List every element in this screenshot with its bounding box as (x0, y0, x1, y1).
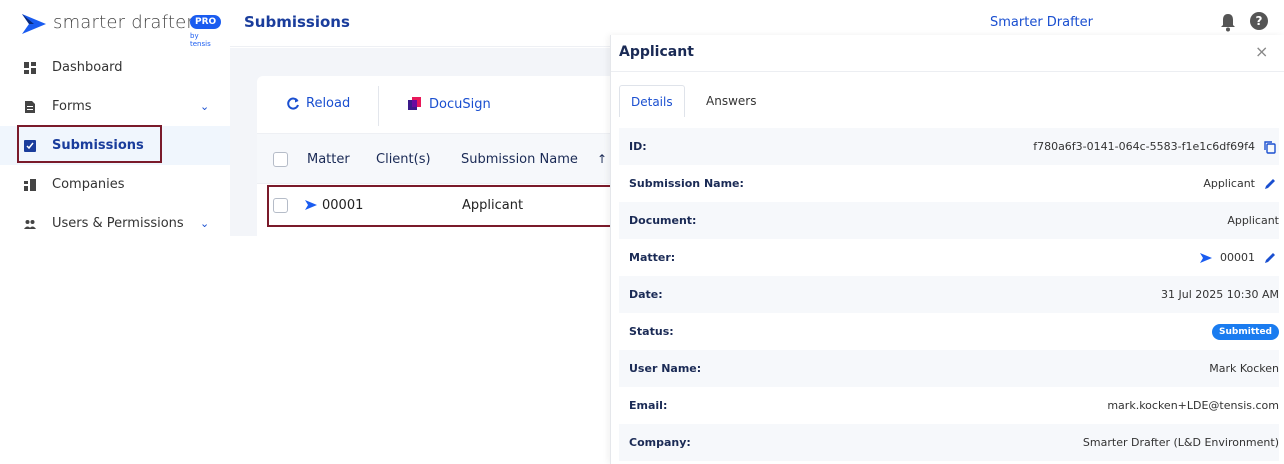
sidebar-item-companies[interactable]: Companies (0, 165, 230, 204)
details-drawer: Applicant × Details Answers ID: f780a6f3… (610, 35, 1284, 464)
drawer-divider (611, 71, 1284, 72)
row-highlight-outline (267, 185, 617, 227)
reload-label: Reload (306, 96, 351, 111)
sidebar-item-label: Companies (52, 177, 125, 192)
table-header: Matter Client(s) Submission Name ↑ (257, 134, 627, 184)
detail-row-email: Email: mark.kocken+LDE@tensis.com (619, 387, 1279, 424)
tab-answers[interactable]: Answers (695, 85, 767, 117)
reload-button[interactable]: Reload (287, 96, 350, 111)
detail-label: Company: (629, 436, 691, 449)
column-header-clients[interactable]: Client(s) (376, 152, 431, 167)
sort-ascending-icon[interactable]: ↑ (597, 152, 607, 166)
tab-details[interactable]: Details (619, 85, 685, 117)
detail-row-id: ID: f780a6f3-0141-064c-5583-f1e1c6df69f4 (619, 128, 1279, 165)
detail-row-status: Status: Submitted (619, 313, 1279, 350)
docusign-icon (408, 97, 421, 110)
page-title: Submissions (244, 13, 350, 31)
brand-name: smarter drafter (53, 12, 195, 33)
date-value: 31 Jul 2025 10:30 AM (1161, 288, 1279, 301)
user-name-value: Mark Kocken (1209, 362, 1279, 375)
detail-value-wrap: Applicant (1203, 177, 1277, 191)
status-badge: Submitted (1212, 323, 1279, 340)
sidebar-item-dashboard[interactable]: Dashboard (0, 48, 230, 87)
users-icon (24, 219, 36, 229)
sidebar-item-label: Forms (52, 99, 92, 114)
detail-label: User Name: (629, 362, 702, 375)
building-icon (24, 178, 36, 191)
dashboard-icon (24, 61, 36, 74)
brand-by-line: by tensis (190, 32, 211, 48)
chevron-down-icon[interactable]: ⌄ (200, 217, 209, 230)
toolbar-divider (378, 86, 379, 126)
detail-row-document: Document: Applicant (619, 202, 1279, 239)
matter-icon (1200, 252, 1212, 263)
close-icon[interactable]: × (1255, 42, 1268, 61)
bell-icon[interactable] (1220, 12, 1236, 32)
highlight-outline (17, 125, 162, 163)
pencil-icon[interactable] (1263, 177, 1277, 191)
column-header-submission-name[interactable]: Submission Name (461, 152, 578, 167)
copy-icon[interactable] (1263, 140, 1277, 154)
help-icon[interactable]: ? (1250, 12, 1268, 30)
brand-link[interactable]: Smarter Drafter (990, 15, 1093, 30)
pencil-icon[interactable] (1263, 251, 1277, 265)
detail-row-matter: Matter: 00001 (619, 239, 1279, 276)
detail-row-submission-name: Submission Name: Applicant (619, 165, 1279, 202)
docusign-label: DocuSign (429, 96, 491, 112)
column-header-matter[interactable]: Matter (307, 152, 350, 167)
reload-icon (287, 97, 299, 110)
brand-logo-icon (22, 14, 46, 34)
detail-label: Submission Name: (629, 177, 744, 190)
matter-value[interactable]: 00001 (1220, 251, 1255, 264)
detail-value-wrap: Submitted (1212, 323, 1279, 340)
drawer-title: Applicant (619, 44, 694, 60)
pro-badge: PRO (190, 15, 222, 29)
submission-name-value: Applicant (1203, 177, 1255, 190)
select-all-checkbox[interactable] (273, 152, 288, 167)
document-icon (25, 100, 35, 113)
brand-logo[interactable]: smarter drafter PRO by tensis (20, 10, 222, 48)
detail-row-date: Date: 31 Jul 2025 10:30 AM (619, 276, 1279, 313)
detail-label: Email: (629, 399, 668, 412)
toolbar: Reload DocuSign (257, 76, 627, 134)
id-value: f780a6f3-0141-064c-5583-f1e1c6df69f4 (1033, 140, 1255, 153)
detail-row-user-name: User Name: Mark Kocken (619, 350, 1279, 387)
document-value: Applicant (1227, 214, 1279, 227)
detail-label: Date: (629, 288, 663, 301)
detail-value-wrap: f780a6f3-0141-064c-5583-f1e1c6df69f4 (1033, 140, 1277, 154)
detail-label: ID: (629, 140, 647, 153)
detail-row-company: Company: Smarter Drafter (L&D Environmen… (619, 424, 1279, 461)
detail-label: Status: (629, 325, 674, 338)
company-value: Smarter Drafter (L&D Environment) (1082, 436, 1279, 449)
chevron-down-icon[interactable]: ⌄ (200, 100, 209, 113)
detail-label: Matter: (629, 251, 676, 264)
detail-value-wrap: 00001 (1200, 251, 1277, 265)
sidebar-item-forms[interactable]: Forms ⌄ (0, 87, 230, 126)
email-value: mark.kocken+LDE@tensis.com (1107, 399, 1279, 412)
sidebar-item-users-permissions[interactable]: Users & Permissions ⌄ (0, 204, 230, 243)
sidebar: smarter drafter PRO by tensis Dashboard … (0, 0, 230, 236)
details-list: ID: f780a6f3-0141-064c-5583-f1e1c6df69f4… (619, 128, 1279, 461)
docusign-button[interactable]: DocuSign (407, 96, 491, 112)
sidebar-item-label: Users & Permissions (52, 216, 184, 231)
sidebar-item-label: Dashboard (52, 60, 123, 75)
detail-label: Document: (629, 214, 697, 227)
